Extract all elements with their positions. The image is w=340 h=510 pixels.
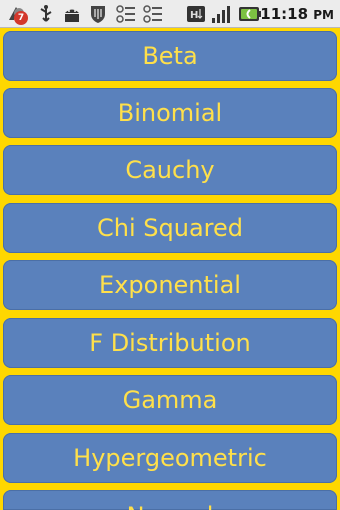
clock-time: 11:18 [260, 5, 309, 23]
distribution-item-label: Cauchy [125, 156, 215, 184]
usb-icon [40, 5, 52, 22]
distribution-item-gamma[interactable]: Gamma [3, 375, 337, 425]
android-debug-icon [65, 9, 79, 22]
battery-charging-icon [239, 7, 261, 21]
status-bar: 7 H 11:18 PM [0, 0, 340, 28]
settings-sliders-icon [116, 5, 135, 23]
svg-text:H: H [190, 10, 198, 21]
distribution-item-label: Exponential [99, 271, 241, 299]
distribution-item-normal[interactable]: Normal [3, 490, 337, 510]
data-transfer-icon: H [187, 6, 205, 22]
distribution-item-label: Hypergeometric [73, 444, 267, 472]
settings-sliders-icon-2 [143, 5, 162, 23]
notification-count-badge: 7 [14, 11, 28, 25]
distribution-item-binomial[interactable]: Binomial [3, 88, 337, 138]
distribution-item-hypergeometric[interactable]: Hypergeometric [3, 433, 337, 483]
distribution-item-chi-squared[interactable]: Chi Squared [3, 203, 337, 253]
distribution-item-label: Normal [127, 502, 214, 510]
distribution-item-exponential[interactable]: Exponential [3, 260, 337, 310]
status-clock: 11:18 PM [260, 4, 334, 25]
clock-ampm: PM [313, 8, 334, 22]
shield-icon [91, 6, 105, 23]
distribution-item-beta[interactable]: Beta [3, 31, 337, 81]
distribution-item-label: Binomial [117, 99, 223, 127]
distribution-item-label: Chi Squared [97, 214, 243, 242]
distribution-item-label: F Distribution [89, 329, 251, 357]
signal-strength-icon [212, 6, 230, 23]
distribution-item-f-distribution[interactable]: F Distribution [3, 318, 337, 368]
distribution-item-label: Gamma [122, 386, 218, 414]
distribution-item-label: Beta [142, 42, 198, 70]
distribution-item-cauchy[interactable]: Cauchy [3, 145, 337, 195]
